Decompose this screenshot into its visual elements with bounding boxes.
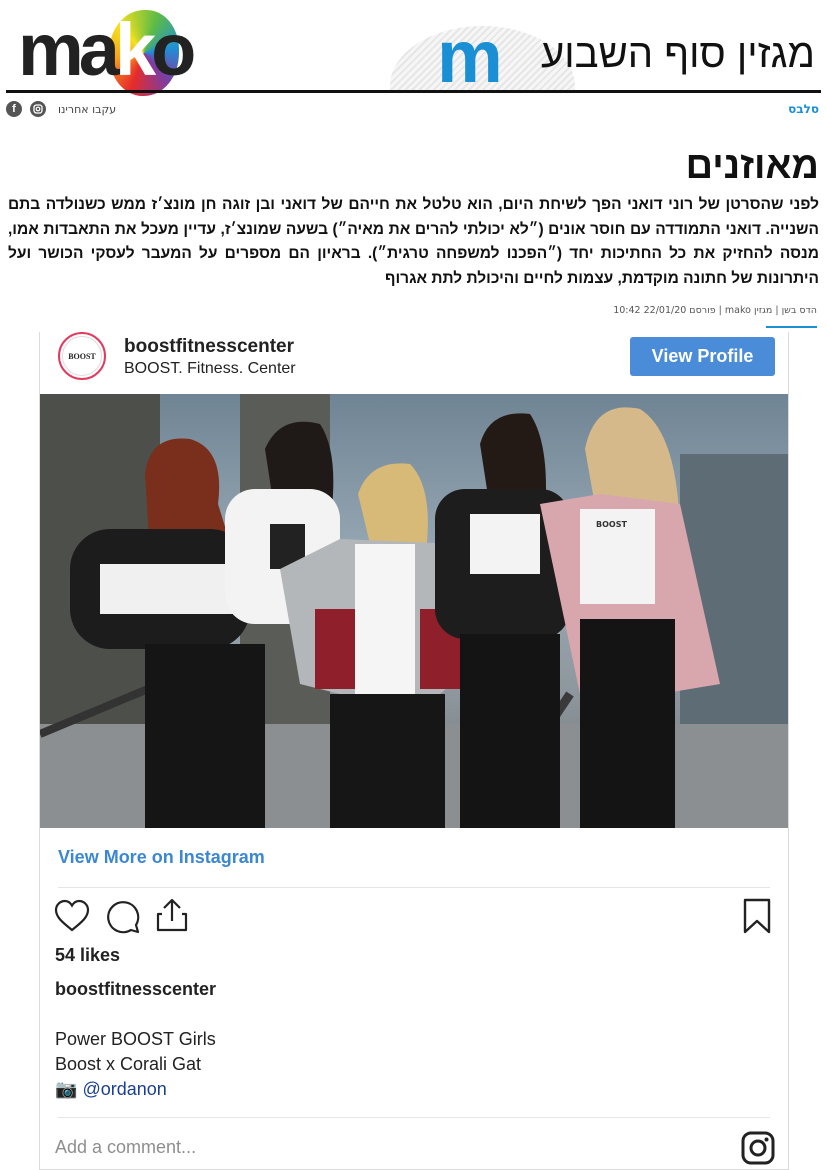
mako-logo[interactable]: mako <box>18 10 196 96</box>
likes-count[interactable]: 54 likes <box>55 945 120 966</box>
comment-divider <box>58 1117 770 1118</box>
mention-link[interactable]: @ordanon <box>82 1079 166 1099</box>
instagram-logo-icon[interactable] <box>740 1130 776 1166</box>
bookmark-icon[interactable] <box>742 897 772 935</box>
like-heart-icon[interactable] <box>54 899 90 933</box>
caption-username[interactable]: boostfitnesscenter <box>55 979 216 1000</box>
camera-icon: 📷 <box>55 1079 78 1099</box>
magazine-logo[interactable]: m <box>437 20 503 94</box>
avatar-logo: BOOST <box>62 336 102 376</box>
caption-line-3: 📷 @ordanon <box>55 1079 167 1100</box>
profile-fullname: BOOST. Fitness. Center <box>124 360 296 377</box>
follow-us-label: עקבו אחרינו <box>58 102 117 116</box>
share-icon[interactable] <box>154 897 190 933</box>
article-headline: מאוזנים <box>685 145 819 187</box>
group-photo-illustration: BOOST <box>40 394 788 828</box>
header-divider <box>6 90 821 93</box>
profile-username[interactable]: boostfitnesscenter <box>124 336 294 358</box>
profile-avatar[interactable]: BOOST <box>58 332 106 380</box>
actions-divider <box>58 887 770 888</box>
shirt-logo-text: BOOST <box>596 520 627 529</box>
instagram-embed: BOOST boostfitnesscenter BOOST. Fitness.… <box>39 332 789 1170</box>
caption-line-1: Power BOOST Girls <box>55 1029 216 1049</box>
category-link[interactable]: סלבס <box>788 102 819 116</box>
add-comment-input[interactable]: Add a comment... <box>55 1137 196 1158</box>
article-lead: לפני שהסרטן של רוני דואני הפך לשיחת היום… <box>8 196 819 287</box>
article-byline: הדס בשן | מגזין mako | פורסם 22/01/20 10… <box>613 305 817 316</box>
social-follow-row: f עקבו אחרינו <box>6 100 116 118</box>
post-photo[interactable]: BOOST <box>40 394 788 828</box>
facebook-icon[interactable]: f <box>6 101 22 117</box>
instagram-icon[interactable] <box>30 101 46 117</box>
magazine-title[interactable]: מגזין סוף השבוע <box>541 30 815 78</box>
view-more-link[interactable]: View More on Instagram <box>58 847 265 868</box>
site-header: mako m מגזין סוף השבוע <box>0 0 827 96</box>
view-profile-button[interactable]: View Profile <box>630 337 775 376</box>
comment-icon[interactable] <box>105 899 141 935</box>
caption-line-2: Boost x Corali Gat <box>55 1054 202 1074</box>
byline-underline <box>766 326 817 328</box>
